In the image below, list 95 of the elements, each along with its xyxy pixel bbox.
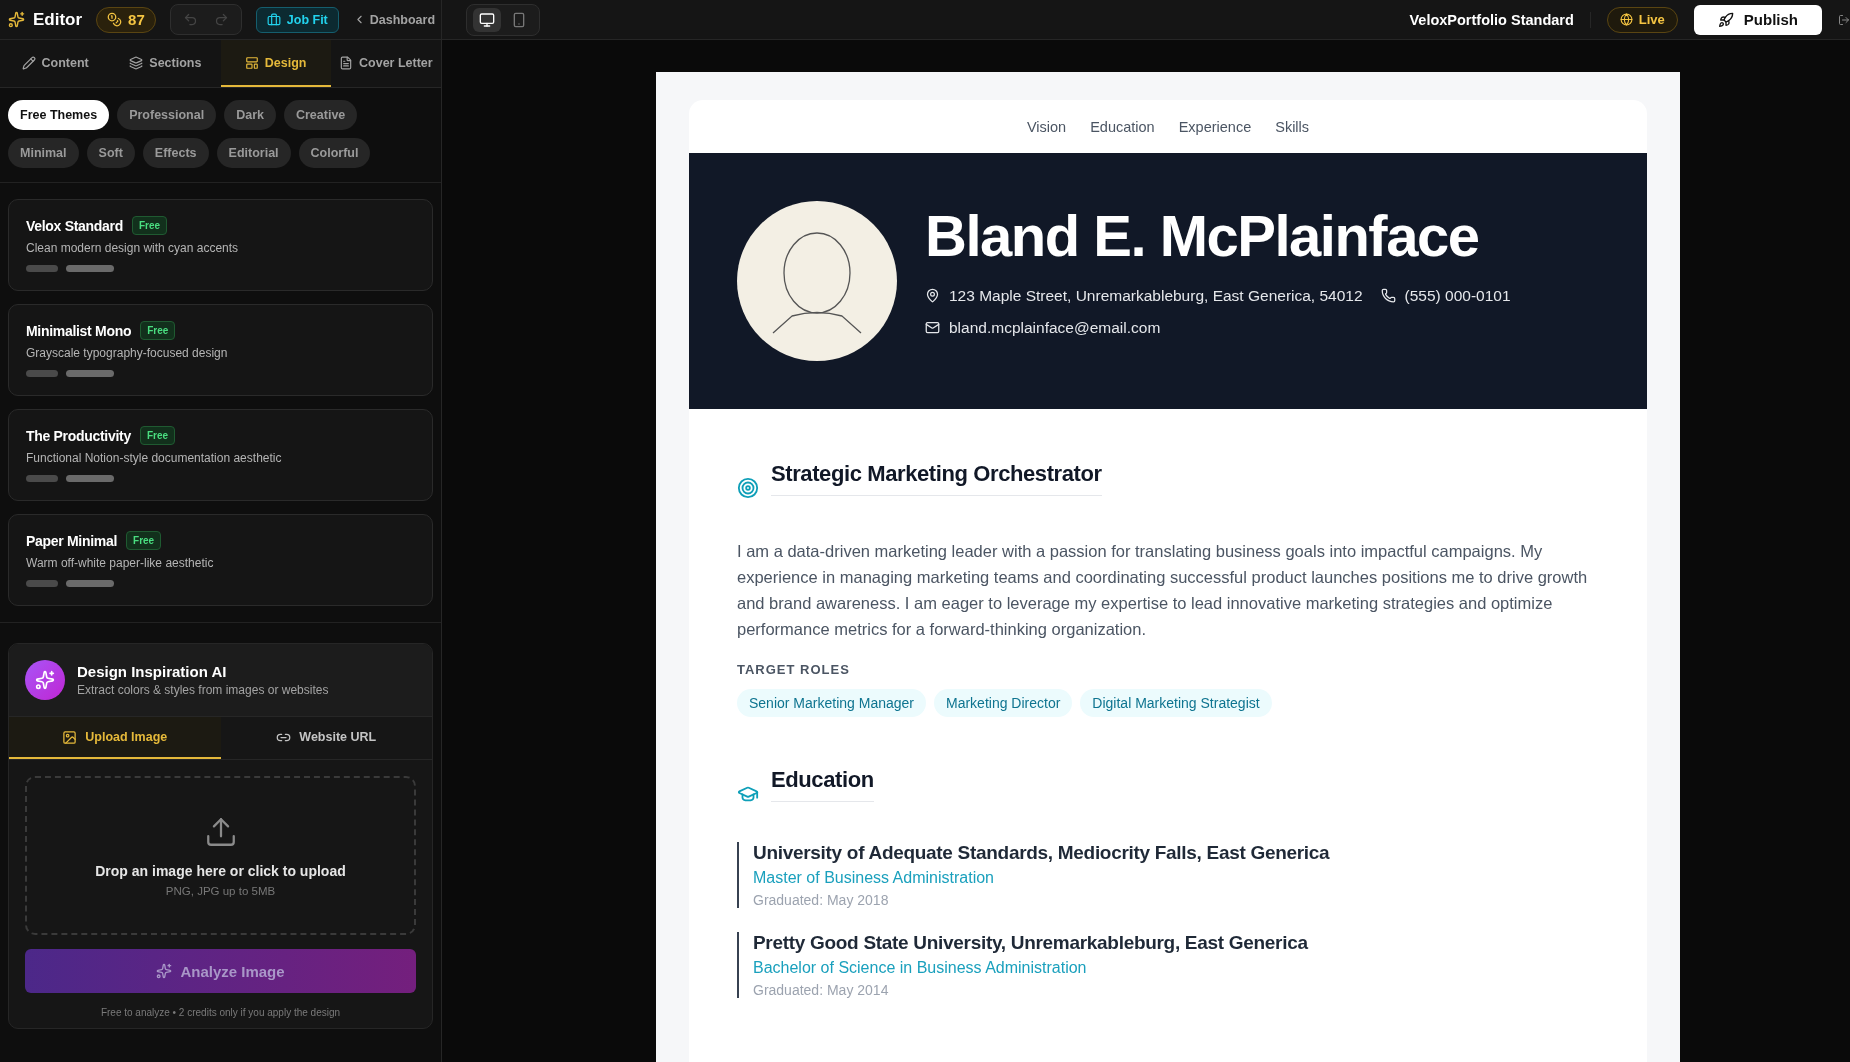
summary-text: I am a data-driven marketing leader with a passion for translating business goals into impactful campaigns. My experience in managing marketing teams and coordinating successful product launches positions me to drive growth and brand awareness. I am eager to leverage my expertise to lead innovative marketing strategies and optimize performance metrics for a forward-thinking organization.: [737, 541, 1589, 640]
phone: (555) 000-0101: [1380, 286, 1511, 305]
person-name: Bland E. McPlainface: [925, 201, 1480, 269]
theme-description: Grayscale typography-focused design: [26, 346, 229, 360]
document-title: VeloxPortfolio Standard: [1409, 11, 1591, 28]
theme-description: Functional Notion-style documentation aesthetic: [26, 451, 283, 465]
panel-title: Design Inspiration AI: [77, 663, 228, 680]
publish-button[interactable]: Publish: [1693, 4, 1822, 35]
layout-icon: [244, 55, 259, 70]
sparkles-icon: [8, 11, 25, 28]
school-name: University of Adequate Standards, Mediocrity Falls, East Generica: [753, 842, 1331, 864]
briefcase-icon: [266, 12, 281, 27]
live-status-badge: Live: [1606, 6, 1678, 33]
map-pin-icon: [925, 288, 940, 303]
undo-icon: [182, 12, 198, 27]
email: bland.mcplainface@email.com: [925, 318, 1161, 337]
degree: Master of Business Administration: [753, 869, 995, 887]
credits-badge: 87: [96, 6, 156, 33]
globe-icon: [1619, 13, 1633, 26]
dropzone-title: Drop an image here or click to upload: [95, 862, 346, 879]
redo-icon: [213, 12, 229, 27]
smartphone-icon: [511, 11, 527, 28]
section-title: Education: [771, 767, 874, 802]
role-tag: Marketing Director: [934, 689, 1073, 717]
school-name: Pretty Good State University, Unremarkableburg, East Generica: [753, 932, 1309, 954]
mail-icon: [925, 320, 940, 335]
role-tag: Digital Marketing Strategist: [1080, 689, 1272, 717]
graduation-date: Graduated: May 2014: [753, 982, 890, 998]
theme-card[interactable]: Velox Standard Free Clean modern design with cyan accents: [8, 199, 433, 291]
theme-description: Clean modern design with cyan accents: [26, 241, 240, 255]
free-badge: Free: [131, 216, 168, 235]
resume-nav-link[interactable]: Education: [1090, 118, 1155, 135]
footnote: Free to analyze • 2 credits only if you apply the design: [100, 1007, 341, 1018]
address: 123 Maple Street, Unremarkableburg, East Generica, 54012: [925, 286, 1363, 305]
resume-nav-link[interactable]: Experience: [1178, 118, 1252, 135]
theme-card[interactable]: Minimalist Mono Free Grayscale typography-focused design: [8, 304, 433, 396]
phone-icon: [1380, 288, 1396, 303]
app-title: Editor: [8, 9, 83, 30]
preview-bar: [66, 265, 114, 272]
theme-name: Minimalist Mono: [26, 322, 132, 339]
theme-filter-chip[interactable]: Professional: [117, 100, 217, 130]
preview-bar: [66, 370, 114, 377]
role-tag: Senior Marketing Manager: [737, 689, 926, 717]
sparkles-icon: [25, 660, 65, 700]
pencil-icon: [21, 55, 36, 70]
resume-nav-link[interactable]: Skills: [1275, 118, 1310, 135]
theme-description: Warm off-white paper-like aesthetic: [26, 556, 215, 570]
image-icon: [62, 729, 78, 745]
sparkles-icon: [156, 963, 173, 979]
theme-name: The Productivity: [26, 427, 131, 444]
preview-bar: [66, 580, 114, 587]
source-tab[interactable]: Upload Image: [9, 717, 221, 759]
editor-tab[interactable]: Content: [0, 40, 111, 87]
preview-bar: [26, 475, 58, 482]
editor-tab[interactable]: Sections: [110, 40, 221, 87]
panel-subtitle: Extract colors & styles from images or websites: [77, 683, 329, 697]
job-fit-button[interactable]: Job Fit: [255, 6, 339, 33]
free-badge: Free: [140, 321, 176, 340]
theme-filter-chip[interactable]: Creative: [283, 100, 358, 130]
coins-icon: [107, 12, 123, 27]
theme-filter-chip[interactable]: Colorful: [298, 138, 371, 168]
free-badge: Free: [139, 426, 175, 445]
preview-bar: [26, 580, 58, 587]
theme-filter-chip[interactable]: Free Themes: [8, 100, 110, 130]
graduation-date: Graduated: May 2018: [753, 892, 890, 908]
layers-icon: [129, 55, 144, 70]
dashboard-link[interactable]: Dashboard: [352, 12, 436, 27]
rocket-icon: [1717, 11, 1734, 28]
analyze-button[interactable]: Analyze Image: [25, 949, 416, 993]
editor-tab[interactable]: Cover Letter: [330, 40, 441, 87]
section-title: Strategic Marketing Orchestrator: [771, 461, 1102, 496]
target-roles-label: TARGET ROLES: [737, 662, 851, 677]
theme-filter-chip[interactable]: Effects: [142, 138, 209, 168]
theme-card[interactable]: Paper Minimal Free Warm off-white paper-like aesthetic: [8, 514, 433, 606]
target-icon: [737, 477, 759, 499]
theme-card[interactable]: The Productivity Free Functional Notion-style documentation aesthetic: [8, 409, 433, 501]
preview-bar: [26, 265, 58, 272]
preview-bar: [26, 370, 58, 377]
monitor-icon: [479, 11, 495, 28]
theme-filter-chip[interactable]: Dark: [224, 100, 276, 130]
document-icon: [339, 55, 354, 70]
theme-filter-chip[interactable]: Editorial: [216, 138, 291, 168]
resume-nav-link[interactable]: Vision: [1026, 118, 1067, 135]
preview-bar: [66, 475, 114, 482]
theme-filter-chip[interactable]: Soft: [86, 138, 135, 168]
dropzone-hint: PNG, JPG up to 5MB: [165, 884, 276, 897]
theme-name: Paper Minimal: [26, 532, 118, 549]
desktop-view-button[interactable]: [473, 7, 501, 32]
source-tab[interactable]: Website URL: [220, 717, 432, 759]
editor-tab[interactable]: Design: [220, 40, 331, 87]
theme-name: Velox Standard: [26, 217, 123, 234]
degree: Bachelor of Science in Business Administration: [753, 959, 1088, 977]
theme-filter-chip[interactable]: Minimal: [8, 138, 79, 168]
free-badge: Free: [126, 531, 162, 550]
upload-dropzone[interactable]: Drop an image here or click to upload PNG, JPG up to 5MB: [25, 776, 416, 935]
